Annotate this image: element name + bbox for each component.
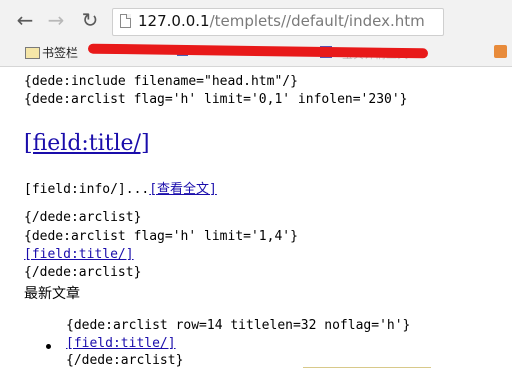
browser-toolbar: ← → ↻ 127.0.0.1/templets//default/index.… <box>0 0 512 40</box>
info-text: [field:info/]... <box>24 182 150 197</box>
template-line: {/dede:arclist} <box>66 353 184 368</box>
page-icon <box>120 14 131 28</box>
info-line: [field:info/]...[查看全文] <box>24 178 217 197</box>
template-line: {dede:arclist row=14 titlelen=32 noflag=… <box>66 318 411 333</box>
bookmarks-bar: 书签栏 宝贝详情工具 <box>0 40 512 67</box>
template-line: {dede:include filename="head.htm"/} <box>24 74 298 89</box>
folder-icon <box>25 47 40 59</box>
template-line: {dede:arclist flag='h' limit='0,1' infol… <box>24 92 408 107</box>
reload-icon[interactable]: ↻ <box>79 9 101 31</box>
template-line: {dede:arclist flag='h' limit='1,4'} <box>24 229 298 244</box>
address-bar[interactable]: 127.0.0.1/templets//default/index.htm <box>112 8 444 36</box>
url-text: 127.0.0.1/templets//default/index.htm <box>138 12 425 30</box>
back-arrow-icon[interactable]: ← <box>14 9 36 31</box>
latest-articles-heading: 最新文章 <box>24 286 80 302</box>
url-path: /templets//default/index.htm <box>209 12 425 30</box>
title-link-large[interactable]: [field:title/] <box>24 131 150 156</box>
template-line: {/dede:arclist} <box>24 265 142 280</box>
title-link[interactable]: [field:title/] <box>24 247 134 262</box>
bookmark-favicon-right[interactable] <box>494 45 507 58</box>
url-host: 127.0.0.1 <box>138 12 210 30</box>
forward-arrow-icon[interactable]: → <box>45 9 67 31</box>
list-bullet <box>46 344 51 349</box>
read-more-link[interactable]: [查看全文] <box>149 182 217 197</box>
bookmarks-label[interactable]: 书签栏 <box>42 44 78 61</box>
title-link[interactable]: [field:title/] <box>66 336 176 351</box>
template-line: {/dede:arclist} <box>24 210 142 225</box>
